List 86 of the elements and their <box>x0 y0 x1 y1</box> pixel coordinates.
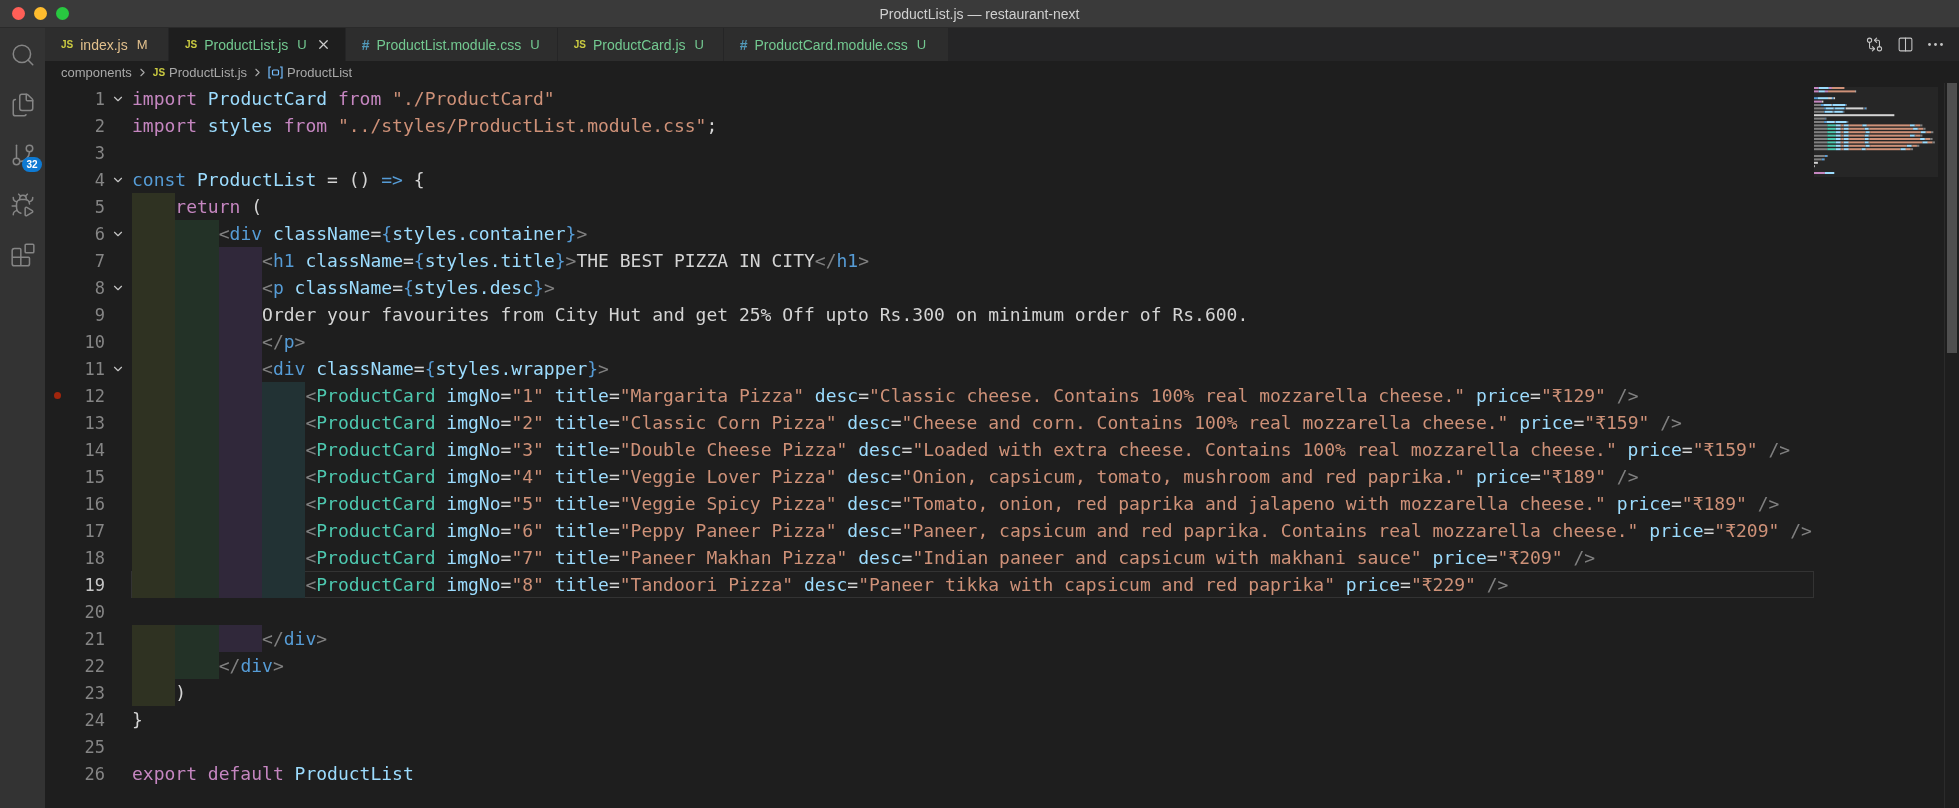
code-line: <p className={styles.desc}> <box>132 275 555 300</box>
code-line: <div className={styles.container}> <box>132 221 588 246</box>
git-status-letter: U <box>297 37 307 52</box>
line-number: 12 <box>83 385 105 406</box>
editor-tab[interactable]: # ProductList.module.css U <box>345 28 558 61</box>
window-title: ProductList.js — restaurant-next <box>879 5 1080 22</box>
code-line: </div> <box>132 626 328 651</box>
code-line: </p> <box>132 329 306 354</box>
code-line: <ProductCard imgNo="2" title="Classic Corn Pizza" desc="Cheese and corn. Contains 100% real mozzarella cheese." price="₹159" /> <box>132 410 1682 435</box>
code-line: <ProductCard imgNo="4" title="Veggie Lover Pizza" desc="Onion, capsicum, tomato, mushroom and red paprika." price="₹189" /> <box>132 464 1639 489</box>
code-line: <ProductCard imgNo="8" title="Tandoori Pizza" desc="Paneer tikka with capsicum and red paprika" price="₹229" /> <box>132 572 1509 597</box>
code-line: <ProductCard imgNo="1" title="Margarita Pizza" desc="Classic cheese. Contains 100% real mozzarella cheese." price="₹129" /> <box>132 383 1639 408</box>
line-number: 7 <box>93 250 105 271</box>
code-line: <ProductCard imgNo="6" title="Peppy Paneer Pizza" desc="Paneer, capsicum and red paprika. Contains real mozzarella cheese." price="₹209" /> <box>132 518 1812 543</box>
git-status-letter: U <box>530 37 540 52</box>
compare-button[interactable] <box>1864 34 1885 55</box>
breadcrumb-item[interactable]: ProductList <box>287 64 353 80</box>
line-number: 6 <box>93 223 105 244</box>
code-line: } <box>132 708 143 732</box>
editor-tab[interactable]: JS ProductCard.js U <box>557 28 724 61</box>
minimize-window-button[interactable] <box>34 7 47 20</box>
code-line: </div> <box>132 653 284 678</box>
git-status-letter: M <box>136 37 148 52</box>
code-line: const ProductList = () => { <box>132 168 425 192</box>
line-number: 19 <box>83 574 105 595</box>
symbol-icon <box>268 65 284 79</box>
code-line: export default ProductList <box>132 762 414 786</box>
line-number: 26 <box>83 763 105 784</box>
source-control-button[interactable]: 32 <box>5 140 40 170</box>
breakpoint-dot[interactable] <box>53 392 61 399</box>
editor-tab[interactable]: JS index.js M <box>45 28 169 61</box>
line-number: 9 <box>93 304 105 325</box>
code-line: return ( <box>132 194 263 219</box>
line-number: 10 <box>83 331 105 352</box>
code-line: <ProductCard imgNo="5" title="Veggie Spicy Pizza" desc="Tomato, onion, red paprika and jalapeno with mozzarella cheese." price="₹189" /> <box>132 491 1780 516</box>
code-line: <ProductCard imgNo="7" title="Paneer Makhan Pizza" desc="Indian paneer and capsicum with makhani sauce" price="₹209" /> <box>132 545 1596 570</box>
line-number: 14 <box>83 439 105 460</box>
git-status-letter: U <box>916 37 927 52</box>
line-number: 3 <box>93 142 105 163</box>
line-number: 25 <box>83 736 105 757</box>
scrollbar-thumb[interactable] <box>1947 83 1957 353</box>
zoom-window-button[interactable] <box>56 7 69 20</box>
editor-tab[interactable]: JS ProductList.js U <box>169 28 346 61</box>
git-status-letter: U <box>694 37 704 52</box>
more-button[interactable] <box>1926 41 1945 48</box>
files-icon <box>9 92 36 118</box>
line-number: 11 <box>83 358 105 379</box>
blocks-icon <box>9 242 36 268</box>
line-number: 2 <box>93 115 105 136</box>
line-number: 17 <box>83 520 105 541</box>
code-line: Order your favourites from City Hut and get 25% Off upto Rs.300 on minimum order of Rs.600. <box>132 302 1249 327</box>
line-number: 13 <box>83 412 105 433</box>
code-line: import ProductCard from "./ProductCard" <box>132 87 555 111</box>
minimap-drawing[interactable] <box>1814 87 1938 178</box>
line-number: 4 <box>93 169 105 190</box>
split-button[interactable] <box>1895 34 1916 55</box>
js-file-icon: JS <box>185 39 198 50</box>
breadcrumb-item[interactable]: components <box>61 64 132 80</box>
line-number: 5 <box>93 196 105 217</box>
count-badge: 32 <box>22 157 42 172</box>
more-icon <box>1928 43 1943 46</box>
line-number: 23 <box>83 682 105 703</box>
code-line: import styles from "../styles/ProductList.module.css"; <box>132 114 718 138</box>
close-window-button[interactable] <box>12 7 25 20</box>
code-line: <h1 className={styles.title}>THE BEST PIZZA IN CITY</h1> <box>132 248 870 273</box>
compare-icon <box>1866 36 1883 53</box>
bug-play-icon <box>9 192 36 218</box>
code-line: <ProductCard imgNo="3" title="Double Cheese Pizza" desc="Loaded with extra cheese. Contains 100% real mozzarella cheese." price="₹159" /> <box>132 437 1791 462</box>
css-file-icon: # <box>739 36 748 53</box>
css-file-icon: # <box>361 36 370 53</box>
breadcrumb-item[interactable]: ProductList.js <box>169 64 248 80</box>
split-editor-icon <box>1897 36 1914 53</box>
js-file-icon: JS <box>152 66 166 78</box>
line-number: 16 <box>83 493 105 514</box>
js-file-icon: JS <box>61 39 74 50</box>
line-number: 20 <box>83 601 105 622</box>
line-number: 21 <box>83 628 105 649</box>
line-number: 1 <box>93 88 105 109</box>
line-number: 8 <box>93 277 105 298</box>
editor-tab[interactable]: # ProductCard.module.css U <box>723 28 949 61</box>
code-line: <div className={styles.wrapper}> <box>132 356 609 381</box>
line-number: 18 <box>83 547 105 568</box>
line-number: 24 <box>83 709 105 730</box>
js-file-icon: JS <box>573 39 586 50</box>
line-number: 15 <box>83 466 105 487</box>
line-number: 22 <box>83 655 105 676</box>
